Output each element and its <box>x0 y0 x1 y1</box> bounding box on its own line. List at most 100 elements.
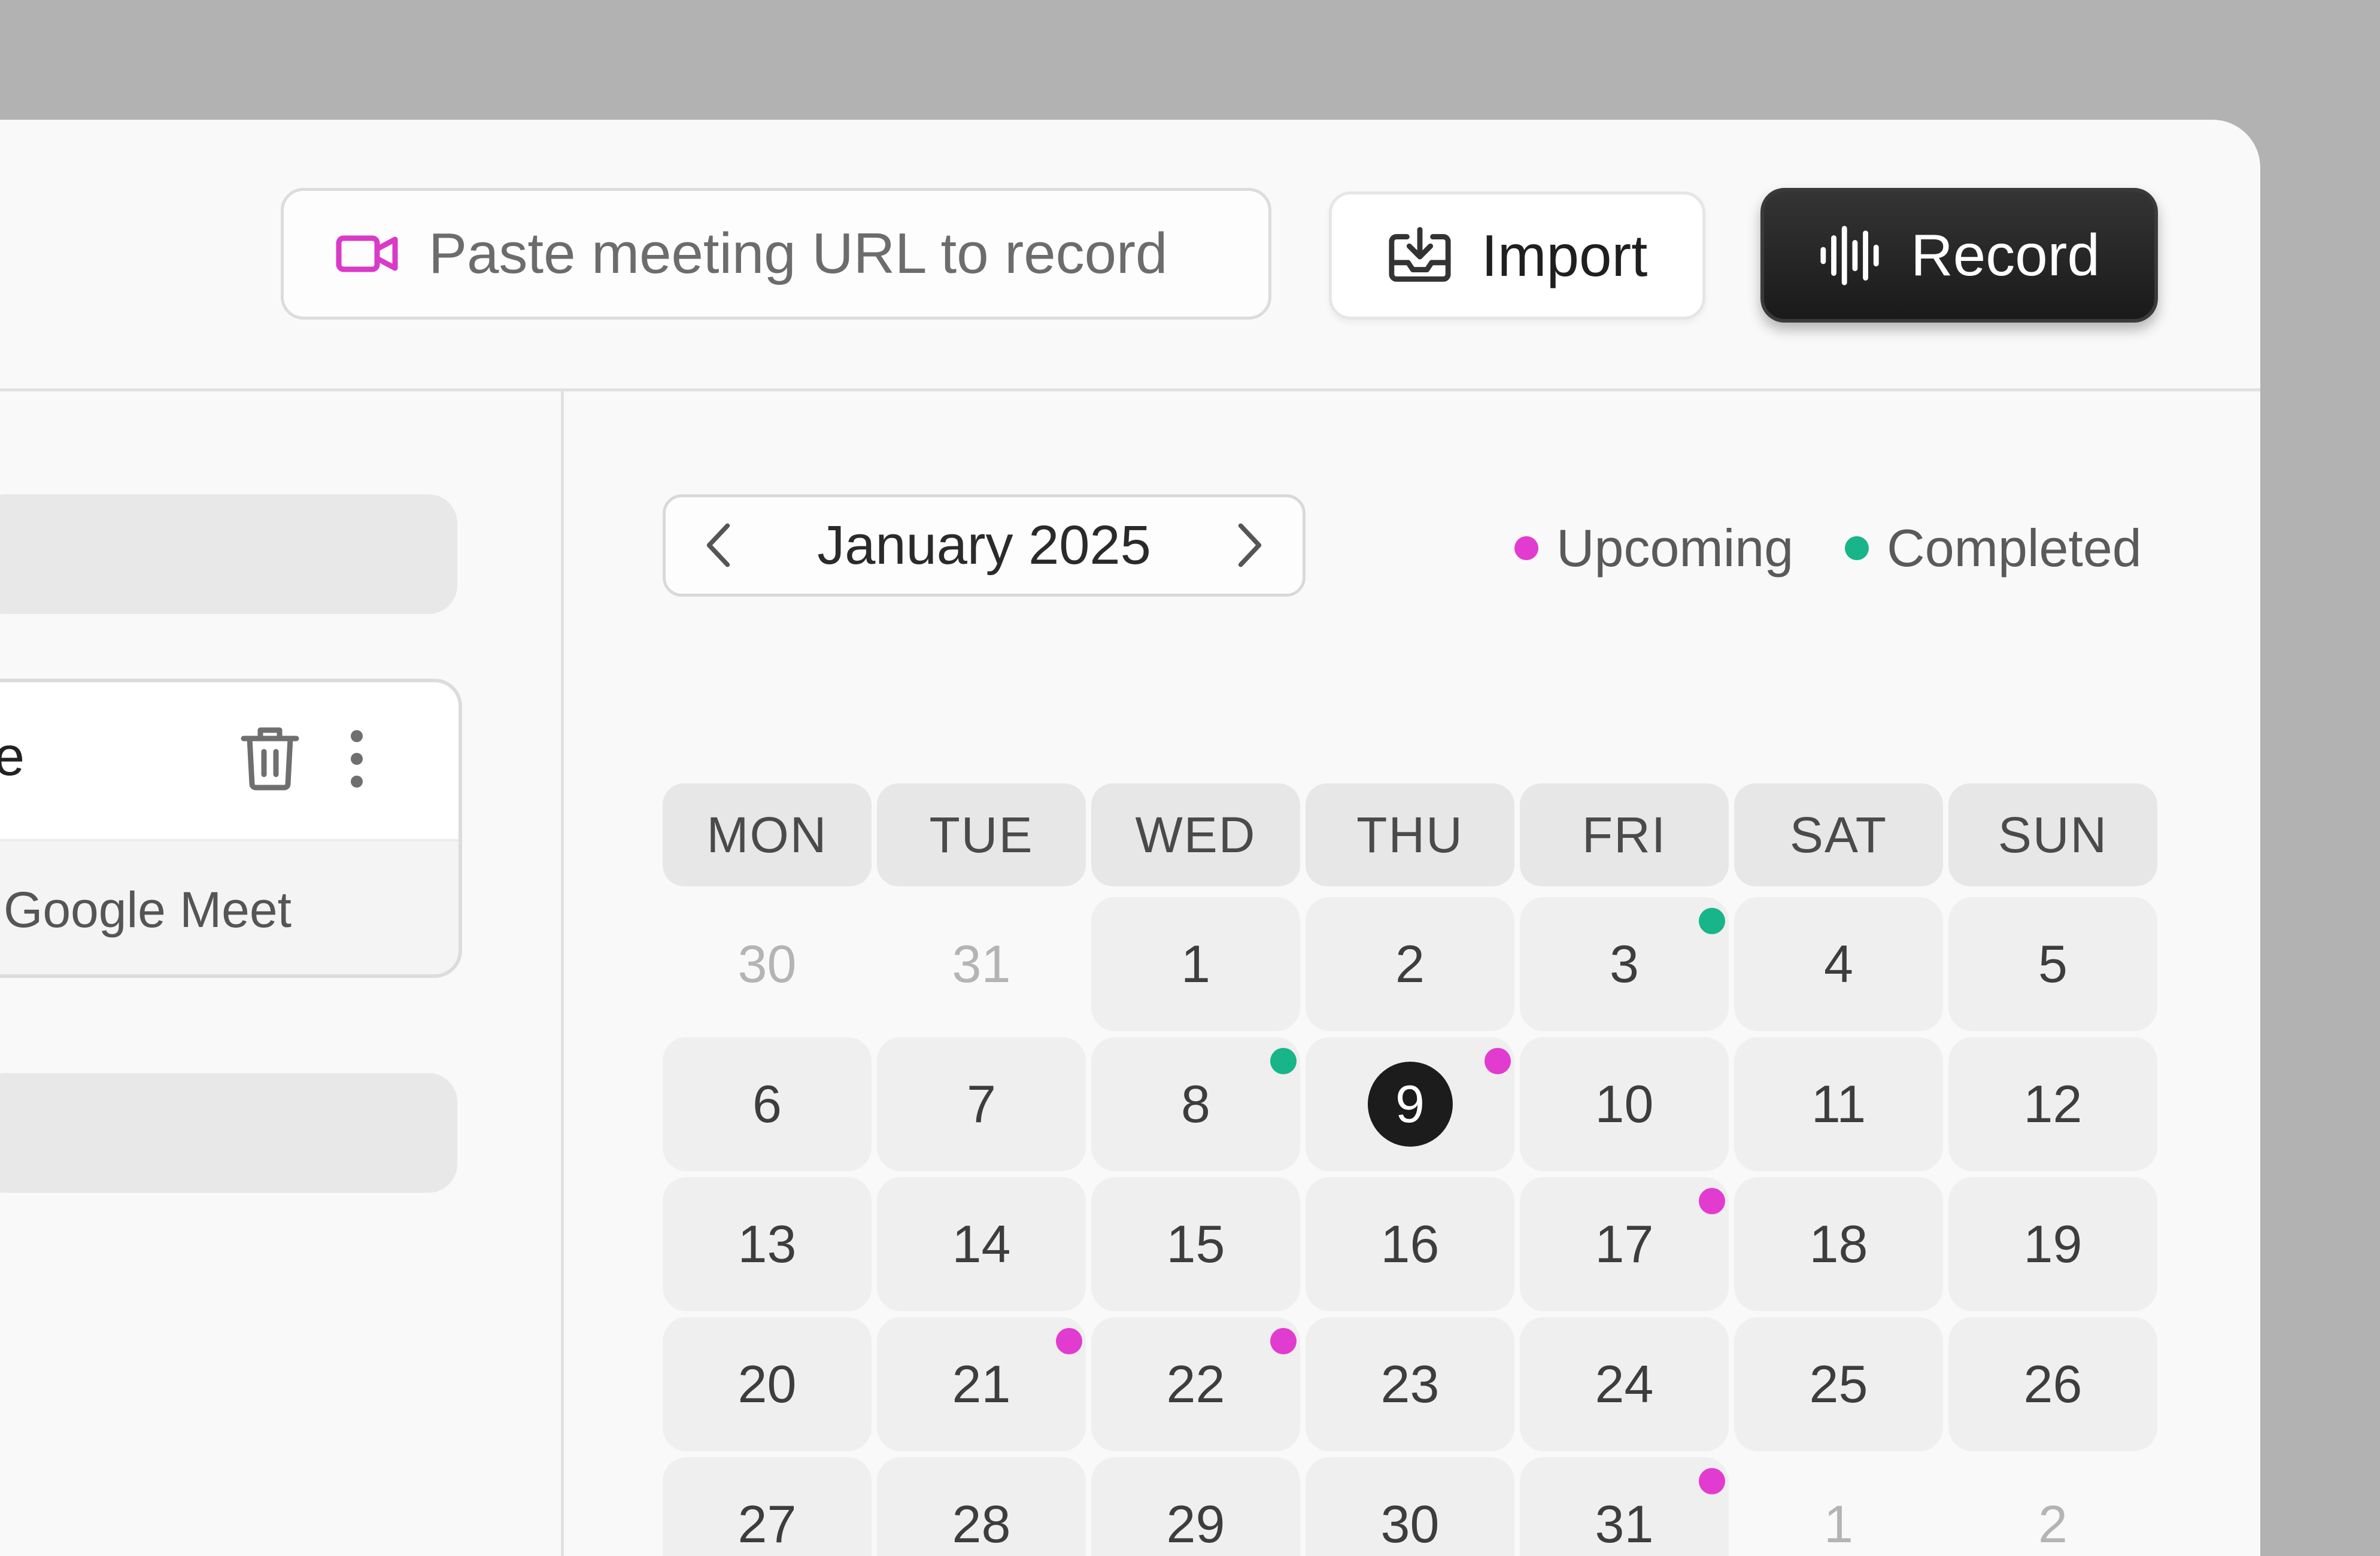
weekday-wed: WED <box>1091 783 1300 886</box>
meeting-card-footer: Google Meet <box>0 839 459 974</box>
weekday-mon: MON <box>663 783 872 886</box>
calendar-day[interactable]: 18 <box>1734 1177 1943 1311</box>
day-number: 20 <box>737 1354 797 1414</box>
day-number: 24 <box>1595 1354 1654 1414</box>
upcoming-event-dot <box>1699 1188 1725 1214</box>
day-number: 2 <box>1395 934 1425 993</box>
calendar-day[interactable]: 25 <box>1734 1317 1943 1451</box>
meeting-url-placeholder: Paste meeting URL to record <box>429 221 1168 285</box>
upcoming-dot <box>1514 536 1538 560</box>
day-number: 25 <box>1809 1354 1868 1414</box>
day-number: 1 <box>1824 1494 1853 1554</box>
meeting-card[interactable]: e Google Meet <box>0 679 462 978</box>
waveform-icon <box>1820 225 1879 285</box>
legend-label: Upcoming <box>1556 518 1794 578</box>
day-number: 8 <box>1181 1074 1210 1133</box>
calendar-day[interactable]: 14 <box>877 1177 1086 1311</box>
calendar-legend: Upcoming Completed <box>1514 518 2142 578</box>
day-number: 23 <box>1380 1354 1440 1414</box>
calendar-day[interactable]: 10 <box>1520 1037 1729 1171</box>
day-number: 28 <box>952 1494 1011 1554</box>
header-divider <box>0 388 2260 391</box>
calendar-day[interactable]: 17 <box>1520 1177 1729 1311</box>
calendar-day[interactable]: 4 <box>1734 897 1943 1031</box>
day-number: 5 <box>2038 934 2068 993</box>
calendar-day[interactable]: 24 <box>1520 1317 1729 1451</box>
calendar-day[interactable]: 2 <box>1306 897 1514 1031</box>
calendar-day[interactable]: 28 <box>877 1457 1086 1556</box>
calendar-day[interactable]: 12 <box>1948 1037 2157 1171</box>
day-number: 21 <box>952 1354 1011 1414</box>
calendar-day[interactable]: 15 <box>1091 1177 1300 1311</box>
calendar-day[interactable]: 8 <box>1091 1037 1300 1171</box>
meeting-platform: Google Meet <box>4 882 292 938</box>
calendar-day[interactable]: 27 <box>663 1457 872 1556</box>
meeting-url-input[interactable]: Paste meeting URL to record <box>281 188 1271 320</box>
calendar-day[interactable]: 11 <box>1734 1037 1943 1171</box>
chevron-left-icon <box>706 523 730 567</box>
day-number: 9 <box>1367 1062 1453 1147</box>
meeting-card-title: e <box>0 725 25 788</box>
import-button[interactable]: Import <box>1329 192 1705 320</box>
calendar-day[interactable]: 6 <box>663 1037 872 1171</box>
more-vertical-icon[interactable] <box>345 729 369 789</box>
calendar-day[interactable]: 13 <box>663 1177 872 1311</box>
calendar-day[interactable]: 31 <box>1520 1457 1729 1556</box>
calendar-day[interactable]: 1 <box>1091 897 1300 1031</box>
month-navigator: January 2025 <box>663 494 1306 597</box>
day-number: 6 <box>752 1074 782 1133</box>
weekday-thu: THU <box>1306 783 1514 886</box>
calendar-day[interactable]: 5 <box>1948 897 2157 1031</box>
calendar-day[interactable]: 19 <box>1948 1177 2157 1311</box>
weekday-fri: FRI <box>1520 783 1729 886</box>
calendar-day[interactable]: 2 <box>1948 1457 2157 1556</box>
day-number: 19 <box>2023 1214 2082 1274</box>
record-button[interactable]: Record <box>1760 188 2158 323</box>
completed-event-dot <box>1699 908 1725 934</box>
calendar-day[interactable]: 31 <box>877 897 1086 1031</box>
day-number: 2 <box>2038 1494 2068 1554</box>
legend-upcoming: Upcoming <box>1514 518 1793 579</box>
calendar-day[interactable]: 1 <box>1734 1457 1943 1556</box>
legend-completed: Completed <box>1845 518 2142 579</box>
calendar-day[interactable]: 7 <box>877 1037 1086 1171</box>
completed-dot <box>1845 536 1869 560</box>
upcoming-event-dot <box>1699 1468 1725 1494</box>
day-number: 31 <box>952 934 1011 993</box>
calendar-day[interactable]: 20 <box>663 1317 872 1451</box>
placeholder-bar <box>0 1073 457 1193</box>
day-number: 16 <box>1380 1214 1440 1274</box>
calendar-day[interactable]: 22 <box>1091 1317 1300 1451</box>
weekday-sat: SAT <box>1734 783 1943 886</box>
previous-month-button[interactable] <box>690 516 747 574</box>
calendar-day[interactable]: 30 <box>663 897 872 1031</box>
day-number: 1 <box>1181 934 1210 993</box>
day-number: 7 <box>967 1074 996 1133</box>
calendar-day[interactable]: 21 <box>877 1317 1086 1451</box>
day-number: 17 <box>1595 1214 1654 1274</box>
calendar-day[interactable]: 29 <box>1091 1457 1300 1556</box>
day-number: 10 <box>1595 1074 1654 1133</box>
completed-event-dot <box>1270 1048 1297 1074</box>
calendar-day[interactable]: 3 <box>1520 897 1729 1031</box>
calendar-day[interactable]: 9 <box>1306 1037 1514 1171</box>
trash-icon[interactable] <box>240 724 300 791</box>
day-number: 12 <box>2023 1074 2082 1133</box>
upcoming-event-dot <box>1270 1328 1297 1354</box>
chevron-right-icon <box>1238 523 1262 567</box>
day-number: 13 <box>737 1214 797 1274</box>
day-number: 18 <box>1809 1214 1868 1274</box>
day-number: 27 <box>737 1494 797 1554</box>
calendar-day[interactable]: 16 <box>1306 1177 1514 1311</box>
day-number: 30 <box>1380 1494 1440 1554</box>
import-tray-icon <box>1389 227 1451 282</box>
next-month-button[interactable] <box>1221 516 1279 574</box>
day-number: 31 <box>1595 1494 1654 1554</box>
day-number: 4 <box>1824 934 1853 993</box>
calendar-day[interactable]: 30 <box>1306 1457 1514 1556</box>
panel-divider <box>561 391 564 1556</box>
calendar-day[interactable]: 23 <box>1306 1317 1514 1451</box>
app-window: Paste meeting URL to record Import Recor… <box>0 120 2260 1556</box>
day-number: 11 <box>1811 1074 1866 1133</box>
calendar-day[interactable]: 26 <box>1948 1317 2157 1451</box>
